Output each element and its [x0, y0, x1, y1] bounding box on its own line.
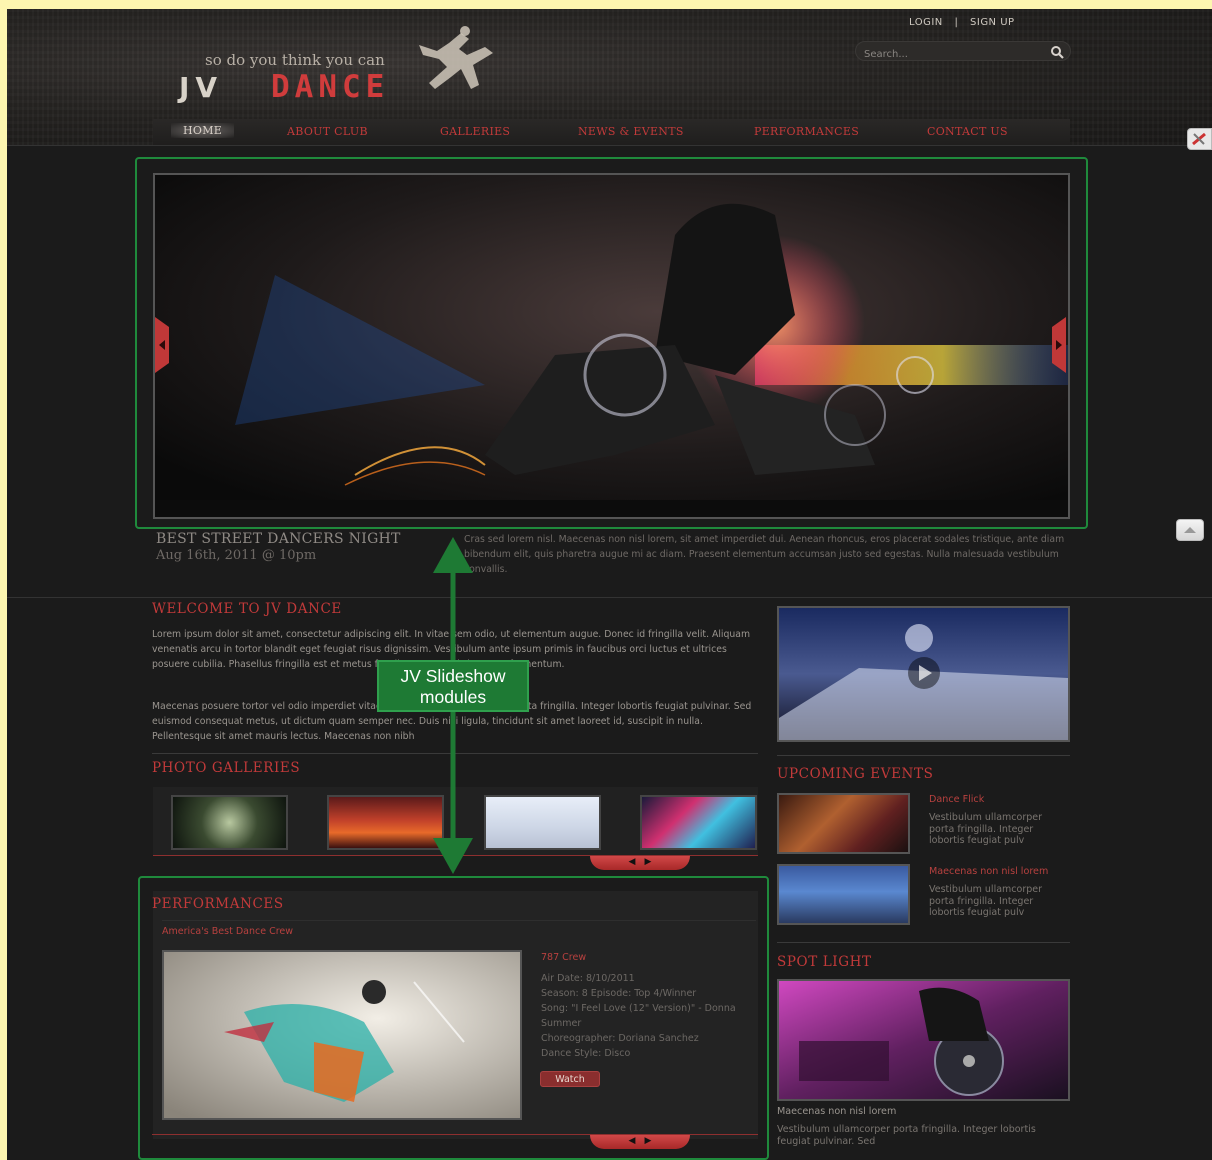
spotlight-caption-text: Vestibulum ullamcorper porta fringilla. …	[777, 1124, 1036, 1147]
site-header: so do you think you can JV DANCE LOGIN |…	[7, 9, 1212, 146]
nav-galleries[interactable]: GALLERIES	[440, 125, 510, 138]
section-divider	[7, 597, 1212, 598]
spotlight-title: SPOT LIGHT	[777, 954, 872, 970]
tools-icon[interactable]	[1187, 128, 1212, 150]
gallery-pager: ◀ ▶	[590, 856, 690, 870]
account-links: LOGIN | SIGN UP	[905, 17, 1019, 28]
slide-description: Cras sed lorem nisl. Maecenas non nisl l…	[464, 534, 1065, 575]
slide-title[interactable]: BEST STREET DANCERS NIGHT	[156, 531, 401, 547]
search-input[interactable]	[856, 46, 1036, 63]
annotation-label: JV Slideshow modules	[377, 660, 529, 712]
nav-home[interactable]: HOME	[171, 123, 235, 138]
nav-contact-us[interactable]: CONTACT US	[927, 125, 1008, 138]
pager-prev-icon[interactable]: ◀	[626, 857, 638, 867]
slide-date: Aug 16th, 2011 @ 10pm	[156, 548, 317, 563]
pager-next-icon[interactable]: ▶	[642, 857, 654, 867]
event-title[interactable]: Dance Flick	[929, 794, 984, 805]
spotlight-image[interactable]	[777, 979, 1070, 1101]
main-nav: HOME ABOUT CLUB GALLERIES NEWS & EVENTS …	[153, 119, 1070, 145]
login-link[interactable]: LOGIN	[909, 17, 943, 28]
spotlight-caption-title[interactable]: Maecenas non nisl lorem	[777, 1106, 896, 1117]
chevron-up-icon	[1184, 527, 1196, 533]
nav-performances[interactable]: PERFORMANCES	[754, 125, 859, 138]
nav-news-events[interactable]: NEWS & EVENTS	[578, 125, 684, 138]
gallery-thumbnail[interactable]	[171, 795, 288, 850]
video-thumbnail[interactable]	[777, 606, 1070, 742]
nav-about-club[interactable]: ABOUT CLUB	[287, 125, 368, 138]
event-thumbnail[interactable]	[777, 864, 910, 925]
slideshow-highlight-box	[135, 157, 1088, 529]
gallery-thumbnail[interactable]	[484, 795, 601, 850]
page-frame: so do you think you can JV DANCE LOGIN |…	[7, 9, 1212, 1160]
upcoming-events-title: UPCOMING EVENTS	[777, 766, 934, 782]
welcome-title: WELCOME TO JV DANCE	[152, 601, 342, 617]
annotation-line-1: JV Slideshow	[400, 666, 506, 686]
performances-highlight-box	[138, 876, 769, 1160]
event-thumbnail[interactable]	[777, 793, 910, 854]
divider	[777, 755, 1070, 756]
divider	[777, 942, 1070, 943]
search-box	[855, 41, 1071, 63]
signup-link[interactable]: SIGN UP	[970, 17, 1015, 28]
annotation-line-2: modules	[419, 687, 487, 707]
scroll-to-top-button[interactable]	[1176, 519, 1204, 541]
search-icon[interactable]	[1050, 45, 1064, 59]
site-tagline: so do you think you can	[205, 51, 385, 69]
photo-galleries-title: PHOTO GALLERIES	[152, 760, 301, 776]
event-description: Vestibulum ullamcorper porta fringilla. …	[929, 884, 1043, 918]
logo-dance-text[interactable]: DANCE	[271, 69, 389, 105]
dancer-logo-icon	[419, 26, 493, 89]
gallery-thumbnail[interactable]	[640, 795, 757, 850]
link-separator: |	[954, 17, 959, 28]
event-description: Vestibulum ullamcorper porta fringilla. …	[929, 812, 1043, 846]
event-title[interactable]: Maecenas non nisl lorem	[929, 866, 1048, 877]
logo-jv-text[interactable]: JV	[179, 71, 223, 104]
